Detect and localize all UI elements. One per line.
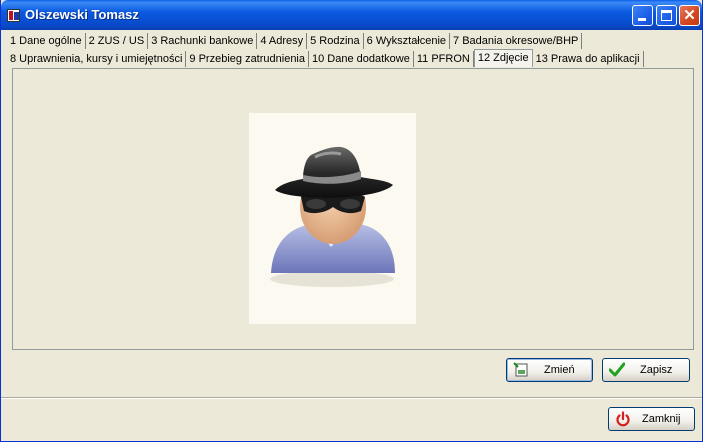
close-label: Zamknij bbox=[642, 413, 681, 425]
close-icon: ✕ bbox=[683, 7, 696, 24]
tab-rodzina[interactable]: 5 Rodzina bbox=[307, 33, 364, 49]
employee-photo bbox=[249, 113, 416, 324]
app-icon bbox=[7, 9, 20, 22]
tab-prawa-do-aplikacji[interactable]: 13 Prawa do aplikacji bbox=[532, 51, 644, 67]
close-button[interactable]: Zamknij bbox=[608, 407, 695, 431]
tab-row-1: 1 Dane ogólne 2 ZUS / US 3 Rachunki bank… bbox=[7, 33, 583, 50]
tab-zus-us[interactable]: 2 ZUS / US bbox=[85, 33, 149, 49]
tab-adresy[interactable]: 4 Adresy bbox=[257, 33, 308, 49]
tab-rachunki-bankowe[interactable]: 3 Rachunki bankowe bbox=[148, 33, 258, 49]
tab-uprawnienia-kursy[interactable]: 8 Uprawnienia, kursy i umiejętności bbox=[7, 51, 187, 67]
tab-dane-ogolne[interactable]: 1 Dane ogólne bbox=[7, 33, 86, 49]
tab-przebieg-zatrudnienia[interactable]: 9 Przebieg zatrudnienia bbox=[186, 51, 309, 67]
save-button[interactable]: Zapisz bbox=[602, 358, 690, 382]
minimize-button[interactable] bbox=[632, 5, 653, 26]
change-photo-button[interactable]: Zmień bbox=[506, 358, 593, 382]
power-icon bbox=[616, 411, 630, 427]
window-title: Olszewski Tomasz bbox=[25, 7, 139, 22]
maximize-button[interactable] bbox=[656, 5, 677, 26]
tab-pfron[interactable]: 11 PFRON bbox=[413, 51, 474, 67]
anonymous-person-icon bbox=[270, 146, 395, 287]
tab-wyksztalcenie[interactable]: 6 Wykształcenie bbox=[363, 33, 451, 49]
edit-picture-icon bbox=[513, 362, 528, 377]
tab-dane-dodatkowe[interactable]: 10 Dane dodatkowe bbox=[309, 51, 414, 67]
title-bar[interactable]: Olszewski Tomasz ✕ bbox=[1, 0, 702, 30]
tab-badania-okresowe-bhp[interactable]: 7 Badania okresowe/BHP bbox=[450, 33, 583, 49]
app-window: Olszewski Tomasz ✕ 1 Dane ogólne 2 ZUS /… bbox=[0, 0, 703, 442]
tab-row-2: 8 Uprawnienia, kursy i umiejętności 9 Pr… bbox=[7, 49, 644, 68]
checkmark-icon bbox=[609, 362, 625, 377]
photo-tab-panel bbox=[12, 68, 694, 350]
save-label: Zapisz bbox=[640, 364, 673, 376]
tab-zdjecie[interactable]: 12 Zdjęcie bbox=[473, 49, 533, 67]
close-window-button[interactable]: ✕ bbox=[679, 5, 700, 26]
change-photo-label: Zmień bbox=[544, 364, 575, 376]
minimize-icon bbox=[638, 18, 646, 21]
footer-divider bbox=[1, 397, 702, 399]
maximize-icon bbox=[661, 10, 672, 21]
